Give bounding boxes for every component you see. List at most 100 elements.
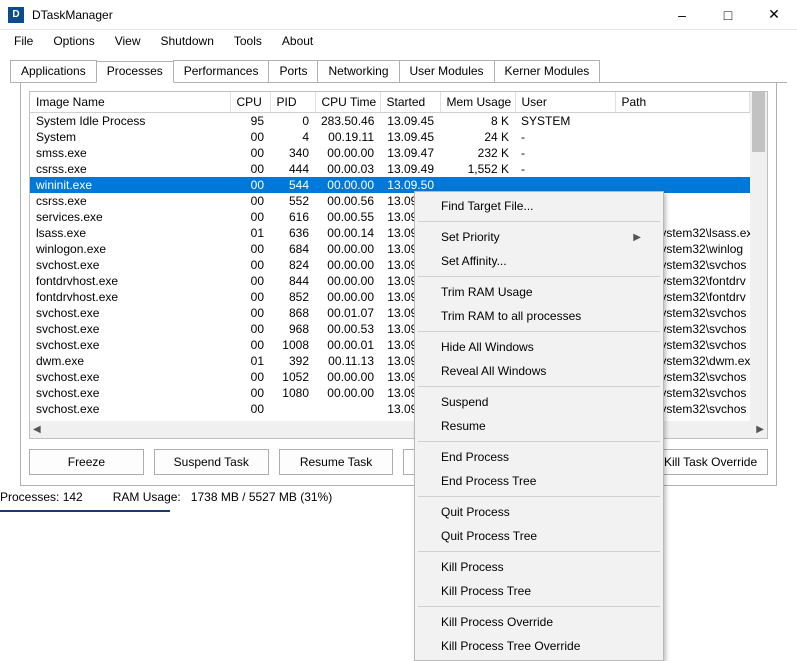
cm-hide-all-windows[interactable]: Hide All Windows bbox=[417, 335, 661, 359]
cell-pid: 444 bbox=[270, 161, 315, 177]
titlebar: D DTaskManager – □ ✕ bbox=[0, 0, 797, 30]
cm-kill-process-tree[interactable]: Kill Process Tree bbox=[417, 579, 661, 603]
cell-pid bbox=[270, 401, 315, 417]
cell-path bbox=[615, 145, 750, 161]
table-row[interactable]: System Idle Process950283.50.4613.09.458… bbox=[30, 113, 750, 130]
cell-name: dwm.exe bbox=[30, 353, 230, 369]
cm-kill-process-override[interactable]: Kill Process Override bbox=[417, 610, 661, 634]
col-pid[interactable]: PID bbox=[270, 92, 315, 113]
cell-pid: 968 bbox=[270, 321, 315, 337]
cell-cpu: 00 bbox=[230, 145, 270, 161]
ram-value: 1738 MB / 5527 MB (31%) bbox=[191, 490, 332, 504]
cell-cputime: 00.00.00 bbox=[315, 257, 380, 273]
cm-label: Trim RAM Usage bbox=[441, 285, 533, 299]
menu-shutdown[interactable]: Shutdown bbox=[151, 32, 224, 50]
cell-cputime: 00.00.03 bbox=[315, 161, 380, 177]
context-menu-separator bbox=[418, 441, 660, 442]
col-started[interactable]: Started bbox=[380, 92, 440, 113]
menu-about[interactable]: About bbox=[272, 32, 323, 50]
cm-label: End Process Tree bbox=[441, 474, 536, 488]
cell-pid: 824 bbox=[270, 257, 315, 273]
tab-performances[interactable]: Performances bbox=[173, 60, 270, 82]
cm-find-target-file-[interactable]: Find Target File... bbox=[417, 194, 661, 218]
maximize-button[interactable]: □ bbox=[705, 0, 751, 29]
cm-quit-process[interactable]: Quit Process bbox=[417, 500, 661, 524]
button-freeze[interactable]: Freeze bbox=[29, 449, 144, 475]
cell-pid: 1080 bbox=[270, 385, 315, 401]
cm-label: Resume bbox=[441, 419, 486, 433]
button-kill-task-override[interactable]: Kill Task Override bbox=[653, 449, 768, 475]
close-button[interactable]: ✕ bbox=[751, 0, 797, 29]
cell-cputime: 00.11.13 bbox=[315, 353, 380, 369]
cell-pid: 636 bbox=[270, 225, 315, 241]
vertical-scrollbar[interactable] bbox=[750, 92, 767, 421]
cm-resume[interactable]: Resume bbox=[417, 414, 661, 438]
tab-user-modules[interactable]: User Modules bbox=[399, 60, 495, 82]
cm-quit-process-tree[interactable]: Quit Process Tree bbox=[417, 524, 661, 548]
menu-options[interactable]: Options bbox=[43, 32, 104, 50]
cell-cpu: 00 bbox=[230, 305, 270, 321]
cell-cpu: 00 bbox=[230, 177, 270, 193]
cm-label: Set Affinity... bbox=[441, 254, 507, 268]
col-path[interactable]: Path bbox=[615, 92, 750, 113]
context-menu-separator bbox=[418, 276, 660, 277]
tab-processes[interactable]: Processes bbox=[96, 61, 174, 83]
processes-label: Processes: bbox=[0, 490, 59, 504]
cell-name: svchost.exe bbox=[30, 337, 230, 353]
cell-pid: 868 bbox=[270, 305, 315, 321]
cell-pid: 544 bbox=[270, 177, 315, 193]
col-user[interactable]: User bbox=[515, 92, 615, 113]
tab-kerner-modules[interactable]: Kerner Modules bbox=[494, 60, 601, 82]
cell-mem: 1,552 K bbox=[440, 161, 515, 177]
cell-pid: 684 bbox=[270, 241, 315, 257]
cell-pid: 1052 bbox=[270, 369, 315, 385]
cell-pid: 852 bbox=[270, 289, 315, 305]
button-resume-task[interactable]: Resume Task bbox=[279, 449, 394, 475]
cm-label: Hide All Windows bbox=[441, 340, 534, 354]
cm-label: Set Priority bbox=[441, 230, 500, 244]
tab-ports[interactable]: Ports bbox=[268, 60, 318, 82]
cell-name: csrss.exe bbox=[30, 193, 230, 209]
cm-set-affinity-[interactable]: Set Affinity... bbox=[417, 249, 661, 273]
col-cpu[interactable]: CPU bbox=[230, 92, 270, 113]
cm-kill-process[interactable]: Kill Process bbox=[417, 555, 661, 579]
cell-cpu: 01 bbox=[230, 353, 270, 369]
tab-networking[interactable]: Networking bbox=[317, 60, 399, 82]
table-row[interactable]: System00400.19.1113.09.4524 K- bbox=[30, 129, 750, 145]
button-suspend-task[interactable]: Suspend Task bbox=[154, 449, 269, 475]
scrollbar-thumb[interactable] bbox=[752, 92, 765, 152]
cell-started: 13.09.49 bbox=[380, 161, 440, 177]
menu-view[interactable]: View bbox=[105, 32, 151, 50]
menu-file[interactable]: File bbox=[4, 32, 43, 50]
col-mem-usage[interactable]: Mem Usage bbox=[440, 92, 515, 113]
cell-name: winlogon.exe bbox=[30, 241, 230, 257]
cm-reveal-all-windows[interactable]: Reveal All Windows bbox=[417, 359, 661, 383]
cm-trim-ram-usage[interactable]: Trim RAM Usage bbox=[417, 280, 661, 304]
cm-end-process-tree[interactable]: End Process Tree bbox=[417, 469, 661, 493]
cell-cputime: 00.00.55 bbox=[315, 209, 380, 225]
col-image-name[interactable]: Image Name bbox=[30, 92, 230, 113]
cell-cpu: 95 bbox=[230, 113, 270, 130]
col-cpu-time[interactable]: CPU Time bbox=[315, 92, 380, 113]
cell-started: 13.09.45 bbox=[380, 129, 440, 145]
scroll-left-icon[interactable]: ◀ bbox=[33, 424, 41, 435]
menu-tools[interactable]: Tools bbox=[224, 32, 272, 50]
cm-suspend[interactable]: Suspend bbox=[417, 390, 661, 414]
context-menu-separator bbox=[418, 551, 660, 552]
cell-cpu: 00 bbox=[230, 369, 270, 385]
cm-set-priority[interactable]: Set Priority▶ bbox=[417, 225, 661, 249]
cm-trim-ram-to-all-processes[interactable]: Trim RAM to all processes bbox=[417, 304, 661, 328]
table-row[interactable]: smss.exe0034000.00.0013.09.47232 K- bbox=[30, 145, 750, 161]
minimize-button[interactable]: – bbox=[659, 0, 705, 29]
cm-label: End Process bbox=[441, 450, 509, 464]
cell-cpu: 00 bbox=[230, 161, 270, 177]
cm-end-process[interactable]: End Process bbox=[417, 445, 661, 469]
scroll-right-icon[interactable]: ▶ bbox=[756, 424, 764, 435]
cm-kill-process-tree-override[interactable]: Kill Process Tree Override bbox=[417, 634, 661, 658]
table-row[interactable]: csrss.exe0044400.00.0313.09.491,552 K- bbox=[30, 161, 750, 177]
status-bar: Processes: 142 RAM Usage: 1738 MB / 5527… bbox=[0, 486, 797, 508]
cell-cputime: 00.00.00 bbox=[315, 177, 380, 193]
cell-cputime: 00.00.00 bbox=[315, 273, 380, 289]
tab-applications[interactable]: Applications bbox=[10, 60, 97, 82]
cell-user: - bbox=[515, 145, 615, 161]
